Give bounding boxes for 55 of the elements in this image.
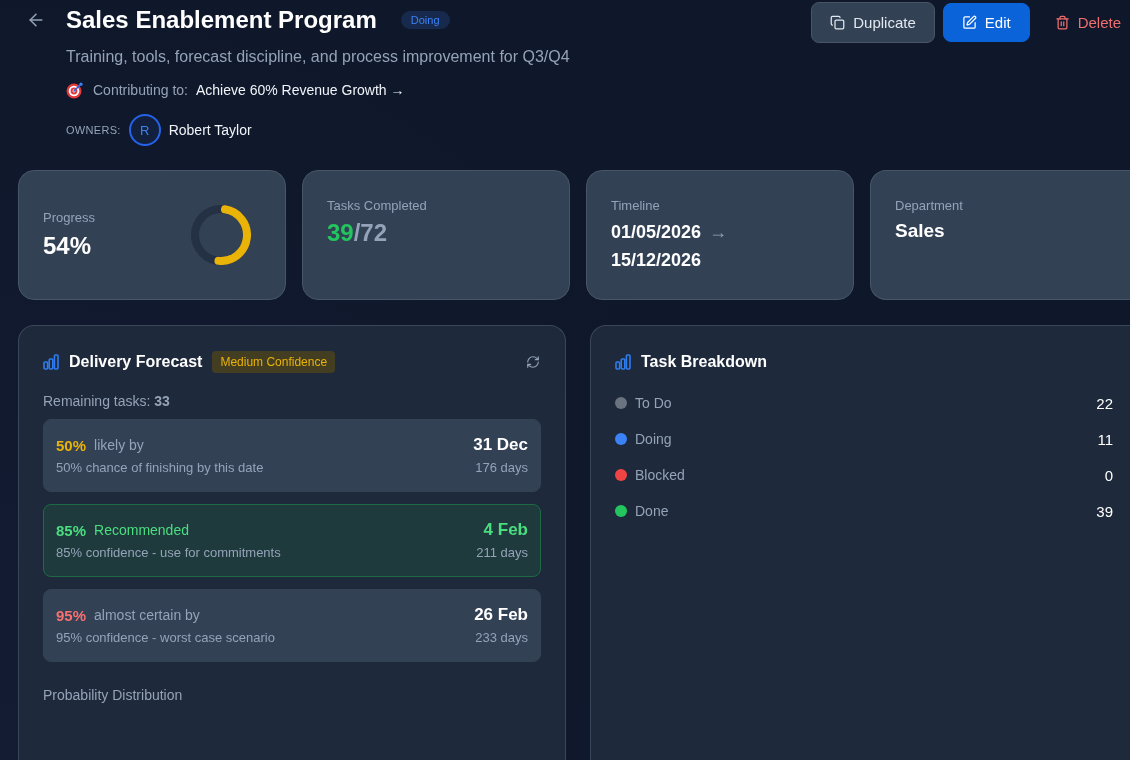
status-label: To Do bbox=[635, 395, 672, 411]
status-count: 39 bbox=[1096, 502, 1113, 520]
forecast-label: almost certain by bbox=[94, 607, 200, 623]
forecast-days: 176 days bbox=[475, 459, 528, 477]
panel-title: Delivery Forecast bbox=[69, 353, 203, 371]
goal-link[interactable]: Achieve 60% Revenue Growth → bbox=[195, 82, 405, 98]
stat-value: Sales bbox=[895, 219, 945, 243]
refresh-icon bbox=[526, 355, 540, 369]
forecast-date: 31 Dec bbox=[473, 434, 528, 456]
status-count: 11 bbox=[1097, 430, 1113, 448]
status-count: 22 bbox=[1096, 394, 1113, 412]
bar-chart-icon bbox=[615, 354, 631, 370]
page-title: Sales Enablement Program bbox=[66, 6, 377, 34]
confidence-badge: Medium Confidence bbox=[212, 351, 336, 373]
trash-icon bbox=[1054, 15, 1070, 30]
forecast-days: 233 days bbox=[475, 629, 528, 647]
status-badge: Doing bbox=[400, 11, 450, 29]
forecast-days: 211 days bbox=[476, 544, 528, 562]
forecast-label: likely by bbox=[94, 437, 144, 453]
duplicate-button[interactable]: Duplicate bbox=[811, 2, 935, 43]
avatar: R bbox=[128, 114, 161, 146]
stat-value: 39/72 bbox=[327, 218, 388, 248]
stat-value: 54% bbox=[43, 231, 92, 261]
status-label: Blocked bbox=[635, 467, 685, 483]
contributing-label: Contributing to: bbox=[93, 82, 188, 98]
bar-chart-icon bbox=[43, 354, 59, 370]
forecast-percent: 85% bbox=[56, 521, 87, 539]
edit-icon bbox=[961, 15, 977, 30]
status-count: 0 bbox=[1104, 466, 1113, 484]
stat-label: Department bbox=[895, 197, 963, 215]
forecast-percent: 95% bbox=[56, 606, 87, 624]
forecast-label: Recommended bbox=[94, 522, 189, 538]
forecast-percent: 50% bbox=[56, 436, 87, 454]
panel-title: Task Breakdown bbox=[641, 353, 767, 371]
description: Training, tools, forecast discipline, and process improvement for Q3/Q4 bbox=[66, 47, 570, 67]
owners-label: OWNERS: bbox=[66, 124, 121, 136]
date-range: 01/05/2026 → 15/12/2026 bbox=[611, 221, 728, 272]
target-icon bbox=[66, 81, 83, 99]
stat-label: Tasks Completed bbox=[327, 197, 427, 215]
copy-icon bbox=[830, 15, 846, 30]
remaining-tasks: Remaining tasks: 33 bbox=[43, 392, 170, 410]
status-label: Doing bbox=[635, 431, 672, 447]
forecast-date: 26 Feb bbox=[474, 604, 528, 626]
stat-label: Progress bbox=[43, 209, 96, 227]
forecast-note: 85% confidence - use for commitments bbox=[56, 545, 281, 561]
edit-button[interactable]: Edit bbox=[942, 3, 1030, 42]
delete-button[interactable]: Delete bbox=[1037, 3, 1130, 42]
status-label: Done bbox=[635, 503, 669, 519]
forecast-date: 4 Feb bbox=[483, 519, 528, 541]
forecast-note: 95% confidence - worst case scenario bbox=[56, 630, 275, 646]
forecast-note: 50% chance of finishing by this date bbox=[56, 460, 264, 476]
refresh-button[interactable] bbox=[526, 355, 540, 369]
stat-label: Timeline bbox=[611, 197, 660, 215]
section-heading: Probability Distribution bbox=[43, 687, 183, 703]
owner-name: Robert Taylor bbox=[168, 122, 252, 138]
